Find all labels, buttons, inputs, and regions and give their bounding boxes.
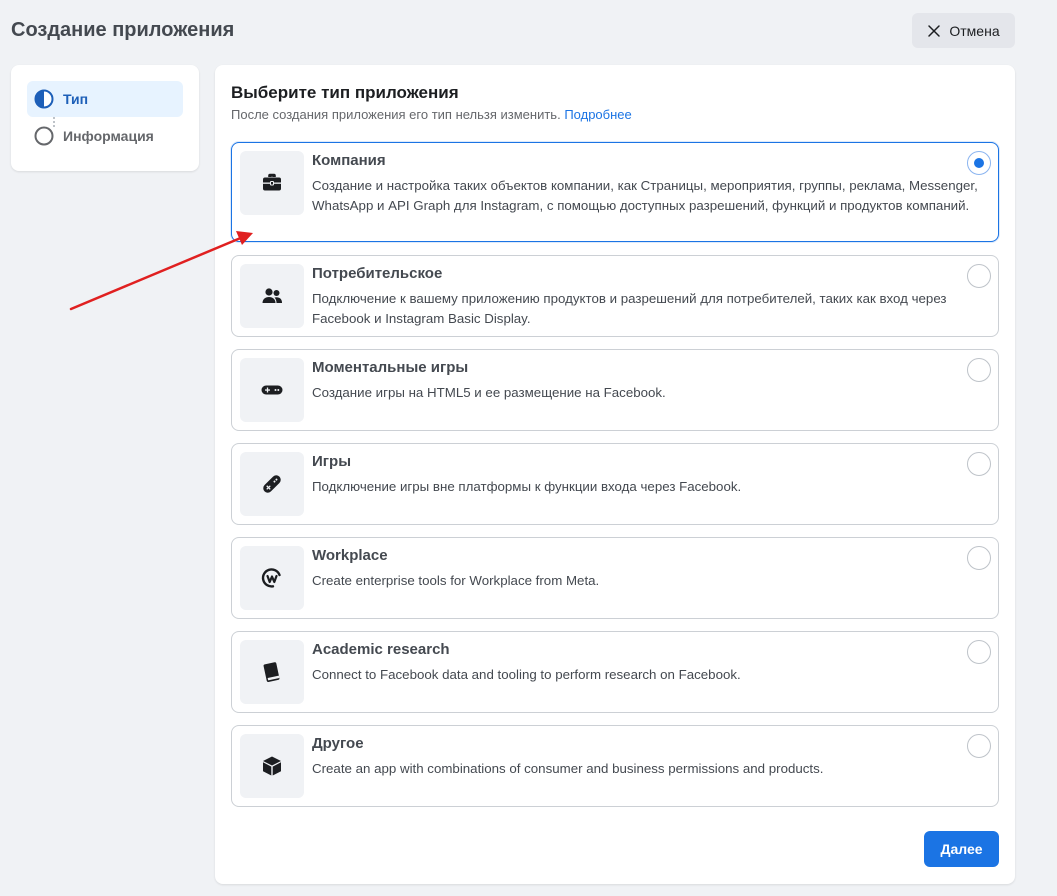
option-description: Создание и настройка таких объектов комп… [312,178,978,213]
radio-button[interactable] [967,640,991,664]
step-label: Тип [63,91,89,107]
option-icon-box [240,546,304,610]
radio-button[interactable] [967,452,991,476]
option-icon-box [240,264,304,328]
radio-button[interactable] [967,734,991,758]
radio-button[interactable] [967,151,991,175]
book-icon [263,662,280,682]
step-type[interactable]: Тип [27,81,183,117]
learn-more-link[interactable]: Подробнее [564,107,631,122]
option-instant-games[interactable]: Моментальные игры Создание игры на HTML5… [231,349,999,431]
section-subtitle: После создания приложения его тип нельзя… [231,107,632,122]
option-description: Создание игры на HTML5 и ее размещение н… [312,385,666,400]
option-description: Подключение игры вне платформы к функции… [312,479,742,494]
briefcase-icon [263,173,281,191]
option-icon-box [240,734,304,798]
people-icon [262,288,282,303]
option-games[interactable]: Игры Подключение игры вне платформы к фу… [231,443,999,525]
controller-icon [263,475,281,493]
option-description: Подключение к вашему приложению продукто… [312,291,947,326]
page-title: Создание приложения [11,19,235,41]
option-icon-box [240,640,304,704]
option-title: Workplace [312,547,388,564]
cancel-label: Отмена [949,22,1000,39]
workplace-icon [261,568,281,588]
steps-panel: Тип Информация [11,65,199,171]
step-information[interactable]: Информация [27,118,183,154]
option-business[interactable]: Компания Создание и настройка таких объе… [231,142,999,242]
option-academic-research[interactable]: Academic research Connect to Facebook da… [231,631,999,713]
section-heading: Выберите тип приложения [231,83,459,102]
subtitle-text: После создания приложения его тип нельзя… [231,107,561,122]
radio-button[interactable] [967,264,991,288]
option-consumer[interactable]: Потребительское Подключение к вашему при… [231,255,999,337]
create-app-page: Создание приложения Отмена Тип Информаци… [0,0,1057,896]
option-icon-box [240,452,304,516]
cube-icon [263,756,281,776]
option-title: Моментальные игры [312,359,469,376]
option-icon-box [240,151,304,215]
option-title: Academic research [312,641,450,658]
option-other[interactable]: Другое Create an app with combinations o… [231,725,999,807]
option-icon-box [240,358,304,422]
cancel-button[interactable]: Отмена [912,13,1015,48]
empty-circle-icon [34,126,54,146]
close-icon [928,24,941,37]
half-circle-icon [34,89,54,109]
next-button[interactable]: Далее [924,831,999,867]
main-panel: Выберите тип приложения После создания п… [215,65,1015,884]
option-workplace[interactable]: Workplace Create enterprise tools for Wo… [231,537,999,619]
option-title: Потребительское [312,265,443,282]
option-title: Другое [312,735,364,752]
radio-button[interactable] [967,358,991,382]
gamepad-icon [261,385,283,395]
option-description: Create an app with combinations of consu… [312,761,824,776]
option-description: Connect to Facebook data and tooling to … [312,667,741,682]
option-description: Create enterprise tools for Workplace fr… [312,573,600,588]
option-title: Компания [312,152,386,169]
step-label: Информация [63,128,154,144]
option-title: Игры [312,453,352,470]
radio-button[interactable] [967,546,991,570]
